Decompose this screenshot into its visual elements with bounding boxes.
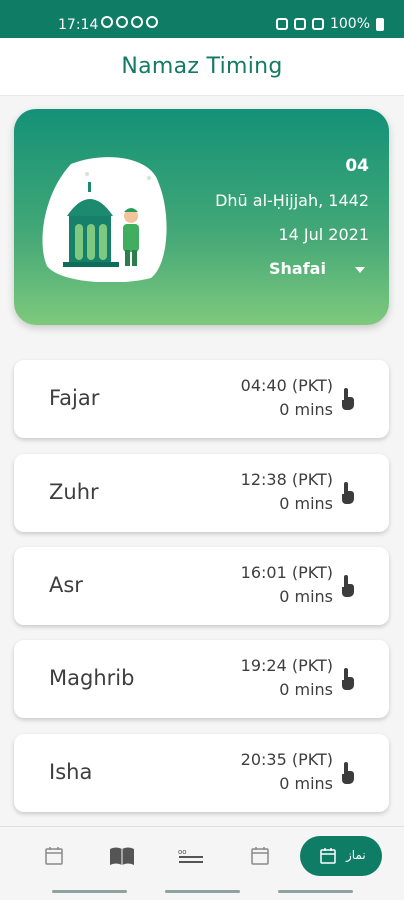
- heart-icon: [116, 16, 128, 28]
- battery-icon: [376, 17, 384, 31]
- tap-adjust-icon[interactable]: [338, 668, 356, 690]
- signal-icon: [311, 18, 324, 30]
- prayer-card-maghrib[interactable]: Maghrib 19:24 (PKT) 0 mins: [14, 640, 389, 718]
- prayer-offset: 0 mins: [279, 494, 333, 513]
- page-title: Namaz Timing: [121, 54, 283, 79]
- prayer-time: 12:38 (PKT): [240, 470, 333, 489]
- school-dropdown[interactable]: Shafai: [269, 259, 365, 278]
- prayer-card-asr[interactable]: Asr 16:01 (PKT) 0 mins: [14, 547, 389, 625]
- app-bar: Namaz Timing: [0, 38, 404, 96]
- home-indicator: [52, 890, 127, 893]
- at-icon: [146, 16, 158, 28]
- prayer-card-fajar[interactable]: Fajar 04:40 (PKT) 0 mins: [14, 360, 389, 438]
- prayer-name: Fajar: [49, 386, 100, 410]
- prayer-offset: 0 mins: [279, 400, 333, 419]
- tap-adjust-icon[interactable]: [338, 388, 356, 410]
- prayer-name: Zuhr: [49, 480, 99, 504]
- app-icon: [131, 16, 143, 28]
- gregorian-date: 14 Jul 2021: [278, 225, 369, 244]
- status-time: 17:14: [58, 17, 99, 33]
- prayer-name: Maghrib: [49, 666, 135, 690]
- home-indicator: [165, 890, 240, 893]
- prayer-time: 16:01 (PKT): [240, 563, 333, 582]
- home-indicator: [278, 890, 353, 893]
- date-header-card: 04 Dhū al-Ḥijjah, 1442 14 Jul 2021 Shafa…: [14, 109, 389, 325]
- notification-icons: [101, 16, 158, 28]
- prayer-name: Isha: [49, 760, 93, 784]
- calendar-icon[interactable]: [248, 845, 272, 867]
- prayer-name: Asr: [49, 573, 83, 597]
- calendar-icon: [320, 848, 336, 864]
- prayer-offset: 0 mins: [279, 680, 333, 699]
- mosque-illustration-icon: [42, 157, 167, 282]
- sync-icon: [101, 16, 113, 28]
- prayer-offset: 0 mins: [279, 587, 333, 606]
- prayer-card-isha[interactable]: Isha 20:35 (PKT) 0 mins: [14, 734, 389, 812]
- tap-adjust-icon[interactable]: [338, 575, 356, 597]
- prayer-offset: 0 mins: [279, 774, 333, 793]
- nav-item-label: نماز: [346, 848, 366, 862]
- book-icon[interactable]: [108, 845, 136, 867]
- alarm-icon: [275, 18, 288, 30]
- prayer-card-zuhr[interactable]: Zuhr 12:38 (PKT) 0 mins: [14, 454, 389, 532]
- chevron-down-icon: [354, 266, 365, 273]
- battery-level: 100%: [329, 16, 370, 32]
- svg-text:oo: oo: [178, 848, 187, 856]
- hijri-month-year: Dhū al-Ḥijjah, 1442: [215, 191, 369, 210]
- hijri-day: 04: [345, 156, 369, 176]
- prayer-time: 19:24 (PKT): [240, 656, 333, 675]
- tap-adjust-icon[interactable]: [338, 482, 356, 504]
- bottom-navigation: oo نماز: [0, 826, 404, 886]
- tap-adjust-icon[interactable]: [338, 762, 356, 784]
- dua-icon[interactable]: oo: [177, 845, 205, 867]
- school-label: Shafai: [269, 259, 326, 278]
- prayer-time: 04:40 (PKT): [240, 376, 333, 395]
- calendar-icon[interactable]: [42, 845, 66, 867]
- system-icons: 100%: [275, 16, 384, 32]
- status-bar: 17:14 100%: [0, 0, 404, 38]
- nav-item-namaz[interactable]: نماز: [300, 836, 382, 876]
- prayer-time: 20:35 (PKT): [240, 750, 333, 769]
- wifi-icon: [293, 18, 306, 30]
